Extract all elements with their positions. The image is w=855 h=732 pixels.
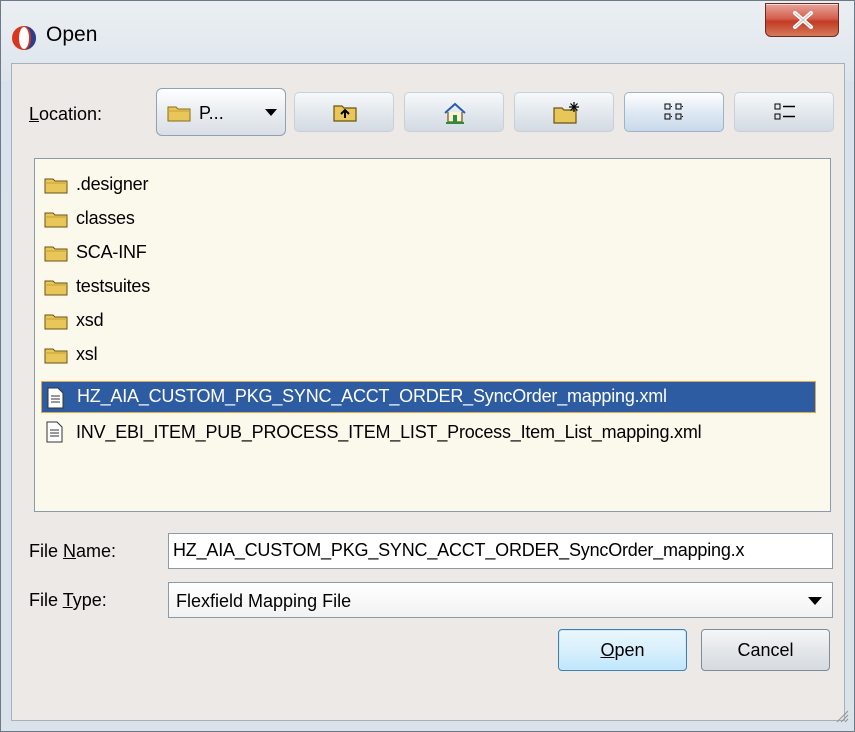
list-item-selected[interactable]: HZ_AIA_CUSTOM_PKG_SYNC_ACCT_ORDER_SyncOr… — [41, 381, 816, 413]
cancel-button[interactable]: Cancel — [701, 629, 830, 671]
up-one-level-button[interactable] — [294, 92, 394, 132]
folder-icon — [167, 106, 191, 122]
chevron-down-icon — [265, 109, 277, 116]
folder-icon — [44, 212, 68, 228]
close-button[interactable] — [765, 3, 839, 37]
list-view-icon — [664, 103, 684, 120]
list-item[interactable]: SCA-INF — [40, 237, 825, 269]
location-value: P... — [199, 103, 224, 123]
list-view-button[interactable] — [624, 92, 724, 132]
list-item[interactable]: .designer — [40, 169, 825, 201]
file-type-select[interactable]: Flexfield Mapping File — [168, 582, 833, 618]
file-name-label: xsl — [76, 344, 98, 364]
details-view-icon — [774, 103, 795, 120]
file-name-input[interactable]: HZ_AIA_CUSTOM_PKG_SYNC_ACCT_ORDER_SyncOr… — [168, 533, 833, 569]
window-title: Open — [46, 23, 98, 46]
file-name-label: classes — [76, 208, 135, 228]
folder-icon — [44, 280, 68, 296]
open-dialog: Open Location: P... .designer classes SC… — [0, 0, 855, 732]
file-name-label: HZ_AIA_CUSTOM_PKG_SYNC_ACCT_ORDER_SyncOr… — [77, 386, 667, 406]
location-combo[interactable]: P... — [156, 88, 286, 136]
folder-icon — [44, 314, 68, 330]
open-button[interactable]: Open — [558, 629, 687, 671]
file-name-label: xsd — [76, 310, 104, 330]
list-item[interactable]: xsd — [40, 305, 825, 337]
file-list[interactable]: .designer classes SCA-INF testsuites xsd… — [34, 158, 831, 512]
document-icon — [47, 387, 64, 409]
folder-icon — [44, 178, 68, 194]
list-item[interactable]: xsl — [40, 339, 825, 371]
file-name-label: File Name: — [29, 541, 117, 561]
folder-up-icon — [333, 105, 357, 122]
file-name-label: INV_EBI_ITEM_PUB_PROCESS_ITEM_LIST_Proce… — [76, 422, 702, 442]
new-folder-button[interactable] — [514, 92, 614, 132]
app-icon — [12, 26, 36, 50]
file-name-label: testsuites — [76, 276, 151, 296]
file-name-label: .designer — [76, 174, 149, 194]
list-item[interactable]: INV_EBI_ITEM_PUB_PROCESS_ITEM_LIST_Proce… — [40, 417, 825, 449]
home-button[interactable] — [404, 92, 504, 132]
list-item[interactable]: classes — [40, 203, 825, 235]
resize-grip-icon[interactable] — [833, 707, 849, 723]
list-item[interactable]: testsuites — [40, 271, 825, 303]
close-icon — [793, 11, 813, 29]
folder-icon — [44, 348, 68, 364]
chevron-down-icon — [808, 597, 822, 605]
folder-icon — [44, 246, 68, 262]
file-type-value: Flexfield Mapping File — [176, 591, 352, 611]
new-folder-icon — [553, 102, 579, 124]
document-icon — [46, 421, 63, 443]
location-label: Location: — [29, 104, 103, 124]
details-view-button[interactable] — [734, 92, 834, 132]
file-type-label: File Type: — [29, 590, 107, 610]
file-name-label: SCA-INF — [76, 242, 147, 262]
home-icon — [444, 102, 466, 124]
